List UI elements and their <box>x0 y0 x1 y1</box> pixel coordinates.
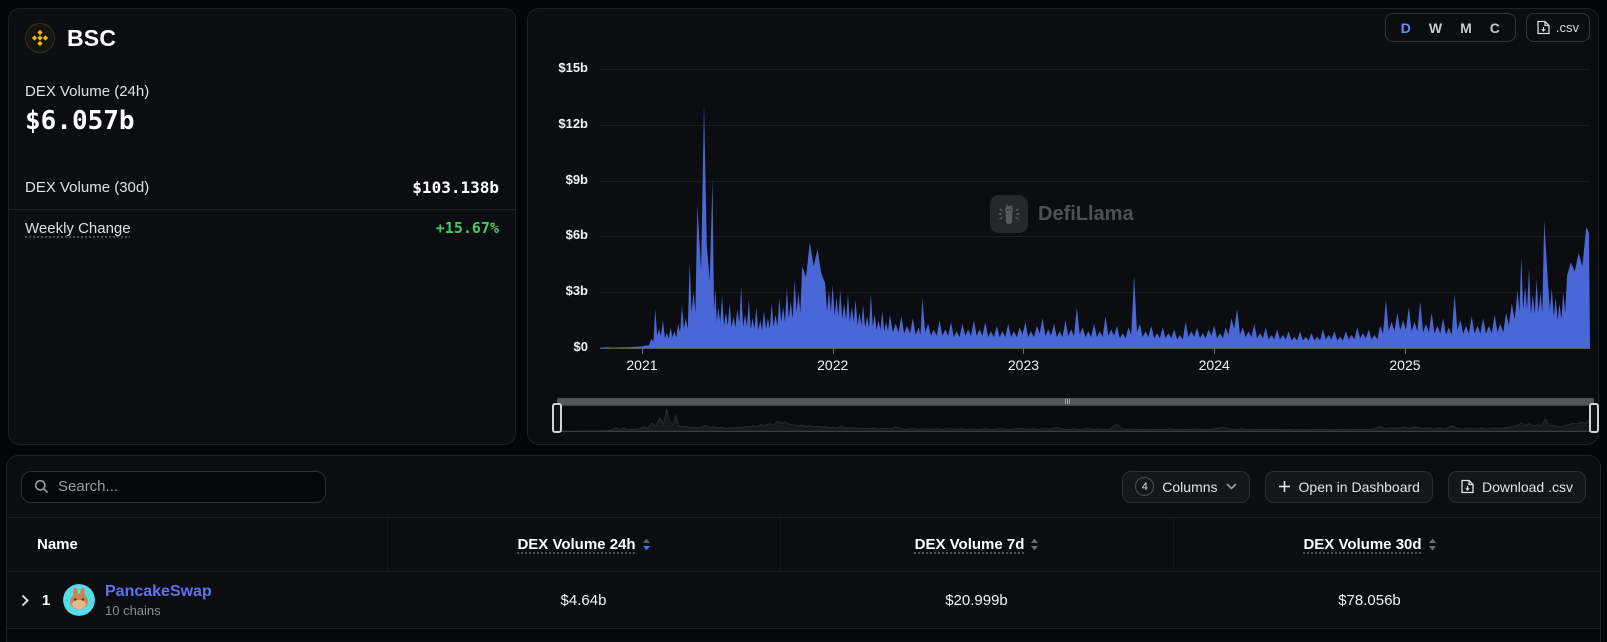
column-header-name[interactable]: Name <box>7 536 387 553</box>
column-header-dex-volume-30d[interactable]: DEX Volume 30d <box>1173 518 1566 571</box>
protocol-chains-count: 10 chains <box>105 603 212 618</box>
dex-volume-24h-label: DEX Volume (24h) <box>25 83 499 100</box>
chain-header: BSC <box>9 9 515 53</box>
watermark-text: DefiLlama <box>1038 203 1134 226</box>
download-csv-button[interactable]: Download .csv <box>1448 471 1586 503</box>
sort-icon <box>1030 538 1039 551</box>
table-header-row: Name DEX Volume 24h DEX Volume 7d DEX Vo… <box>7 518 1600 572</box>
defillama-logo-icon <box>990 195 1028 233</box>
column-header-dex-volume-7d[interactable]: DEX Volume 7d <box>780 518 1173 571</box>
range-button-cumulative[interactable]: C <box>1481 17 1509 39</box>
datazoom-grip[interactable] <box>1065 399 1070 404</box>
search-icon <box>34 479 49 494</box>
columns-button[interactable]: 4 Columns <box>1122 471 1249 503</box>
range-button-weekly[interactable]: W <box>1420 17 1451 39</box>
chain-title: BSC <box>67 25 116 52</box>
datazoom-left-handle[interactable] <box>552 403 562 433</box>
dex-volume-chart-panel: D W M C .csv $0$3b$6b$9b$12b$15b20212022… <box>527 8 1599 445</box>
open-in-dashboard-label: Open in Dashboard <box>1299 479 1420 495</box>
open-in-dashboard-button[interactable]: Open in Dashboard <box>1265 471 1433 503</box>
cell-dex-volume-7d: $20.999b <box>780 592 1173 609</box>
datazoom-right-handle[interactable] <box>1589 403 1599 433</box>
dex-table-panel: 4 Columns Open in Dashboard Download .cs… <box>6 455 1601 642</box>
divider <box>9 209 515 210</box>
plus-icon <box>1278 480 1291 493</box>
cell-dex-volume-30d: $78.056b <box>1173 592 1566 609</box>
time-range-group: D W M C <box>1385 13 1516 42</box>
file-download-icon <box>1537 20 1550 35</box>
weekly-change-label[interactable]: Weekly Change <box>25 220 131 237</box>
defillama-watermark: DefiLlama <box>990 195 1134 233</box>
dex-volume-30d-value: $103.138b <box>412 178 499 197</box>
sort-icon <box>1428 538 1437 551</box>
chevron-down-icon <box>1226 483 1237 490</box>
columns-count-badge: 4 <box>1135 477 1154 496</box>
search-box[interactable] <box>21 471 326 503</box>
rank-number: 1 <box>39 592 53 609</box>
download-csv-label: Download .csv <box>1482 479 1573 495</box>
chart-csv-button[interactable]: .csv <box>1526 13 1590 42</box>
table-bottom-edge <box>7 628 1600 641</box>
expand-row-chevron-icon[interactable] <box>21 594 29 607</box>
file-download-icon <box>1461 479 1474 494</box>
protocol-name-link[interactable]: PancakeSwap <box>105 583 212 601</box>
pancakeswap-logo-icon <box>63 584 95 616</box>
weekly-change-value: +15.67% <box>436 219 499 237</box>
sort-icon <box>642 538 651 551</box>
chart-csv-label: .csv <box>1556 20 1579 35</box>
range-button-daily[interactable]: D <box>1392 17 1420 39</box>
bsc-chain-icon <box>25 23 55 53</box>
dex-volume-30d-label: DEX Volume (30d) <box>25 179 149 196</box>
column-header-dex-volume-24h[interactable]: DEX Volume 24h <box>387 518 780 571</box>
columns-button-label: Columns <box>1162 479 1217 495</box>
datazoom-bar[interactable] <box>557 398 1594 405</box>
search-input[interactable] <box>58 478 313 495</box>
table-toolbar: 4 Columns Open in Dashboard Download .cs… <box>7 456 1600 518</box>
cell-dex-volume-24h: $4.64b <box>387 592 780 609</box>
dex-volume-24h-value: $6.057b <box>25 106 499 136</box>
datazoom-minimap[interactable] <box>557 405 1594 432</box>
table-row[interactable]: 1 PancakeSwap 10 chains $4.64b $20.999b … <box>7 572 1600 628</box>
range-button-monthly[interactable]: M <box>1451 17 1481 39</box>
chain-stats-panel: BSC DEX Volume (24h) $6.057b DEX Volume … <box>8 8 516 445</box>
